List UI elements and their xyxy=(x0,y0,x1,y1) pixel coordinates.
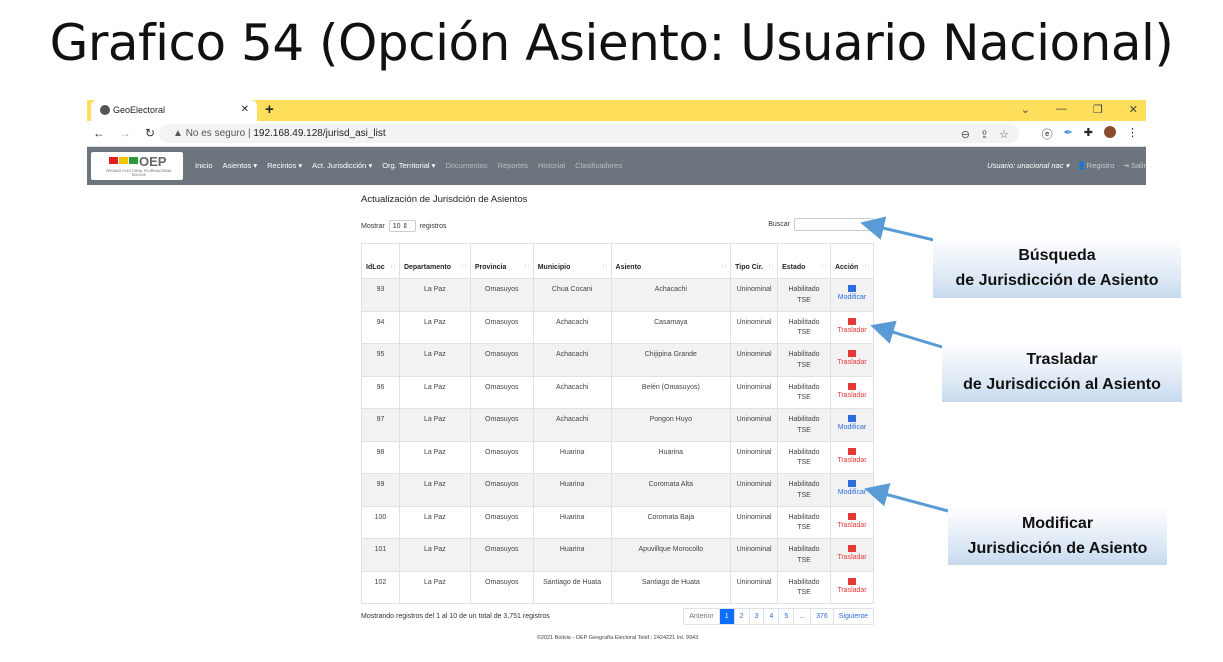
callout-trasladar: Trasladar de Jurisdicción al Asiento xyxy=(942,342,1182,402)
callout-busqueda: Búsqueda de Jurisdicción de Asiento xyxy=(933,238,1181,298)
arrow-busqueda xyxy=(860,216,935,242)
arrow-trasladar xyxy=(870,320,943,349)
arrow-modificar xyxy=(864,483,949,513)
callout-modificar: Modificar Jurisdicción de Asiento xyxy=(948,506,1167,565)
